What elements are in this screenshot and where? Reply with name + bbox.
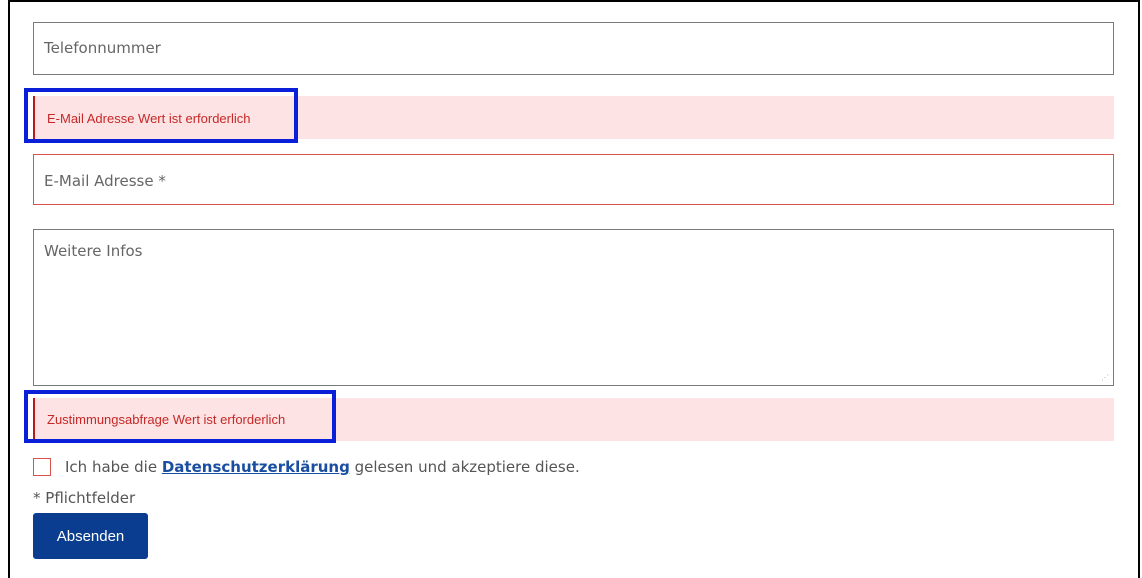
privacy-policy-link[interactable]: Datenschutzerklärung xyxy=(162,458,350,476)
resize-grip-icon[interactable]: ⋰ xyxy=(1101,374,1109,382)
consent-text-prefix: Ich habe die xyxy=(65,458,162,476)
submit-button[interactable]: Absenden xyxy=(33,513,148,559)
consent-error-message: Zustimmungsabfrage Wert ist erforderlich xyxy=(33,398,1114,441)
phone-field[interactable]: Telefonnummer xyxy=(33,22,1114,75)
email-error-message: E-Mail Adresse Wert ist erforderlich xyxy=(33,96,1114,139)
phone-placeholder: Telefonnummer xyxy=(44,39,161,57)
consent-checkbox[interactable] xyxy=(33,458,51,476)
email-field[interactable]: E-Mail Adresse * xyxy=(33,154,1114,205)
consent-row: Ich habe die Datenschutzerklärung gelese… xyxy=(33,456,580,478)
info-textarea[interactable]: Weitere Infos ⋰ xyxy=(33,229,1114,386)
consent-text-suffix: gelesen und akzeptiere diese. xyxy=(349,458,580,476)
email-placeholder: E-Mail Adresse * xyxy=(44,172,166,190)
required-fields-note: * Pflichtfelder xyxy=(33,489,136,507)
info-placeholder: Weitere Infos xyxy=(44,242,143,260)
